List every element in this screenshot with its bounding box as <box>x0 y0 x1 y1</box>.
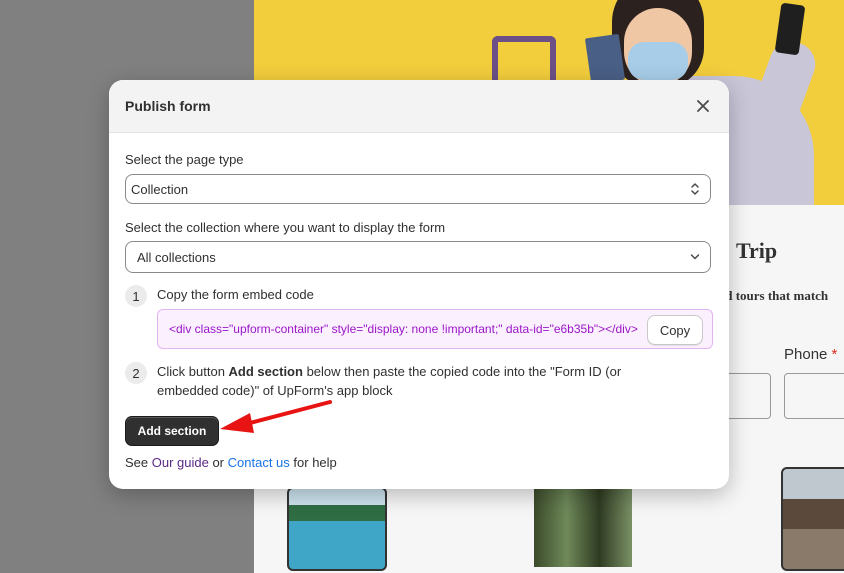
face-mask <box>628 42 688 80</box>
step-2-text: Click button Add section below then past… <box>157 362 657 400</box>
page-type-select[interactable]: Collection <box>125 174 711 204</box>
embed-code-box[interactable]: <div class="upform-container" style="dis… <box>157 309 713 349</box>
add-section-button[interactable]: Add section <box>125 416 219 446</box>
resort-thumbnail[interactable] <box>287 487 387 571</box>
phone-input-field[interactable] <box>784 373 844 419</box>
collection-label: Select the collection where you want to … <box>125 220 446 235</box>
collection-value: All collections <box>137 249 216 265</box>
collection-select[interactable]: All collections <box>125 241 711 273</box>
publish-form-modal: Publish form Select the page type Collec… <box>109 80 729 489</box>
step-1-text: Copy the form embed code <box>157 287 314 302</box>
step-number-1: 1 <box>125 285 147 307</box>
contact-us-link[interactable]: Contact us <box>228 455 290 470</box>
footer-help: for help <box>289 455 337 470</box>
phone-label-text: Phone <box>784 346 828 363</box>
our-guide-link[interactable]: Our guide <box>152 455 209 470</box>
step-number-2: 2 <box>125 362 147 384</box>
page-heading-fragment: Trip <box>736 238 778 263</box>
village-thumbnail[interactable] <box>781 467 844 571</box>
step-2-text-before: Click button <box>157 364 229 379</box>
phone-field-label: Phone * <box>784 346 837 363</box>
chevron-down-icon <box>690 254 700 260</box>
page-type-value: Collection <box>131 181 189 197</box>
modal-header: Publish form <box>109 80 729 133</box>
footer-see: See <box>125 455 152 470</box>
copy-button[interactable]: Copy <box>647 315 703 345</box>
close-icon <box>697 100 709 112</box>
embed-code-text[interactable]: <div class="upform-container" style="dis… <box>169 322 638 336</box>
close-button[interactable] <box>691 94 715 118</box>
forest-thumbnail[interactable] <box>534 487 632 567</box>
step-2-text-bold: Add section <box>228 364 303 379</box>
page-type-label: Select the page type <box>125 152 244 167</box>
help-footer: See Our guide or Contact us for help <box>125 455 337 470</box>
select-updown-icon <box>691 183 699 195</box>
ticket <box>584 33 626 85</box>
page-subtitle-fragment: nd tours that match <box>718 288 829 303</box>
modal-title: Publish form <box>125 98 211 114</box>
required-mark: * <box>831 346 838 363</box>
footer-or: or <box>208 455 228 470</box>
